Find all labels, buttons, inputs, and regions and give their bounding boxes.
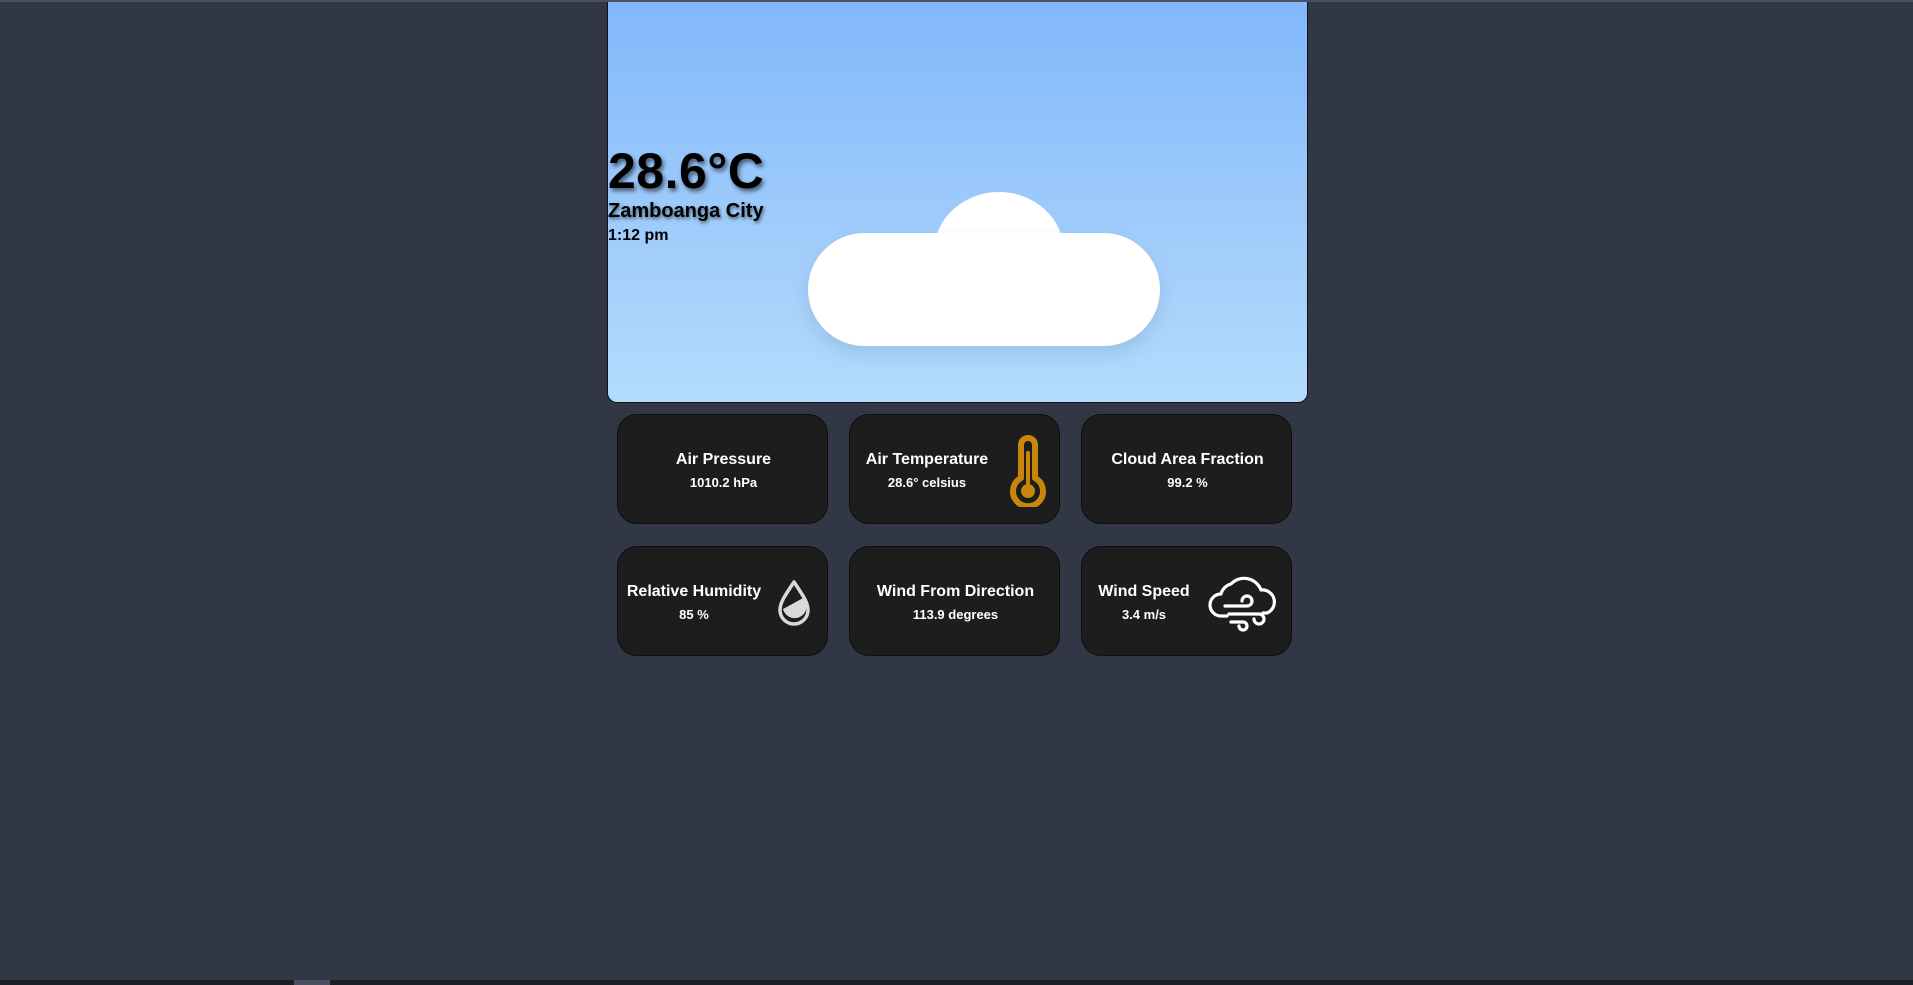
- weather-hero-panel: 28.6°C Zamboanga City 1:12 pm: [607, 2, 1308, 403]
- droplet-icon: [778, 580, 810, 626]
- card-title: Wind From Direction: [876, 582, 1035, 600]
- card-value: 113.9 degrees: [912, 606, 999, 622]
- cloud-wind-icon: [1208, 576, 1276, 632]
- card-value: 3.4 m/s: [1121, 606, 1167, 622]
- city-name: Zamboanga City: [608, 200, 764, 222]
- card-wind-speed: Wind Speed 3.4 m/s: [1081, 546, 1292, 656]
- card-air-pressure: Air Pressure 1010.2 hPa: [617, 414, 828, 524]
- card-value: 85 %: [679, 606, 709, 622]
- card-title: Air Pressure: [675, 450, 772, 468]
- card-value: 99.2 %: [1167, 474, 1208, 490]
- local-time: 1:12 pm: [608, 227, 669, 244]
- card-value: 28.6° celsius: [887, 474, 967, 490]
- card-cloud-area-fraction: Cloud Area Fraction 99.2 %: [1081, 414, 1292, 524]
- card-value: 1010.2 hPa: [689, 474, 758, 490]
- card-relative-humidity: Relative Humidity 85 %: [617, 546, 828, 656]
- card-title: Relative Humidity: [626, 582, 762, 600]
- thermometer-icon: [1010, 435, 1046, 507]
- current-temperature: 28.6°C: [608, 143, 765, 199]
- scrollbar-thumb[interactable]: [294, 980, 330, 985]
- card-title: Cloud Area Fraction: [1111, 450, 1264, 468]
- card-title: Wind Speed: [1098, 582, 1190, 600]
- card-title: Air Temperature: [865, 450, 989, 468]
- card-air-temperature: Air Temperature 28.6° celsius: [849, 414, 1060, 524]
- card-wind-from-direction: Wind From Direction 113.9 degrees: [849, 546, 1060, 656]
- horizontal-scrollbar[interactable]: [0, 980, 1913, 985]
